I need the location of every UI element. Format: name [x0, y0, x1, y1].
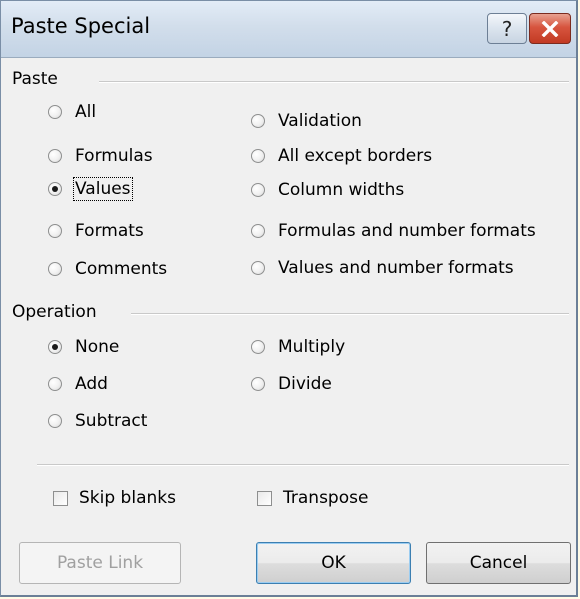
paste-group-divider	[99, 81, 569, 83]
radio-label: Multiply	[278, 337, 346, 357]
radio-operation-subtract[interactable]: Subtract	[48, 411, 147, 431]
radio-button-icon	[48, 377, 62, 391]
radio-button-icon	[48, 149, 62, 163]
dialog-title: Paste Special	[11, 14, 151, 38]
button-label: OK	[321, 553, 346, 573]
help-button[interactable]: ?	[487, 13, 527, 44]
radio-button-icon	[251, 183, 265, 197]
help-icon: ?	[501, 16, 513, 41]
radio-paste-formats[interactable]: Formats	[48, 221, 144, 241]
paste-link-button[interactable]: Paste Link	[19, 542, 181, 584]
radio-button-icon	[251, 114, 265, 128]
radio-paste-formulas-and-number-formats[interactable]: Formulas and number formats	[251, 221, 536, 241]
radio-label: Comments	[75, 259, 168, 279]
checkbox-icon	[257, 490, 272, 506]
radio-paste-comments[interactable]: Comments	[48, 259, 167, 279]
checkbox-label: Transpose	[283, 488, 369, 508]
radio-button-icon	[251, 224, 265, 238]
radio-label: Add	[75, 374, 108, 394]
radio-paste-all[interactable]: All	[48, 102, 96, 122]
radio-label: Formats	[75, 221, 144, 241]
options-divider	[37, 464, 569, 466]
radio-operation-divide[interactable]: Divide	[251, 374, 332, 394]
radio-label: Formulas	[75, 146, 153, 166]
button-label: Paste Link	[56, 553, 144, 573]
radio-button-icon	[251, 340, 265, 354]
radio-button-icon	[251, 149, 265, 163]
radio-label: Values and number formats	[278, 258, 514, 278]
radio-button-icon	[48, 262, 62, 276]
radio-paste-all-except-borders[interactable]: All except borders	[251, 146, 432, 166]
checkbox-icon	[53, 490, 68, 506]
radio-button-icon	[48, 414, 62, 428]
ok-button[interactable]: OK	[256, 542, 411, 584]
skip-blanks-checkbox[interactable]: Skip blanks	[53, 488, 176, 508]
radio-paste-formulas[interactable]: Formulas	[48, 146, 153, 166]
operation-group-label: Operation	[12, 302, 97, 322]
radio-label: Values	[73, 177, 133, 201]
title-bar: Paste Special ?	[1, 1, 576, 58]
radio-label: Divide	[278, 374, 332, 394]
radio-paste-values-and-number-formats[interactable]: Values and number formats	[251, 258, 514, 278]
radio-label: Validation	[278, 111, 362, 131]
radio-button-icon	[251, 261, 265, 275]
paste-special-dialog: Paste Special ? Paste All Formulas Value…	[0, 0, 578, 597]
close-button[interactable]	[529, 13, 571, 44]
radio-label: None	[75, 337, 120, 357]
radio-button-selected-icon	[48, 182, 62, 196]
cancel-button[interactable]: Cancel	[426, 542, 571, 584]
radio-paste-column-widths[interactable]: Column widths	[251, 180, 404, 200]
radio-label: Subtract	[75, 411, 148, 431]
radio-label: Column widths	[278, 180, 405, 200]
radio-label: All	[75, 102, 97, 122]
radio-label: Formulas and number formats	[278, 221, 536, 241]
radio-button-icon	[251, 377, 265, 391]
radio-button-selected-icon	[48, 340, 62, 354]
paste-group-label: Paste	[12, 69, 58, 89]
radio-paste-values[interactable]: Values	[48, 177, 133, 201]
radio-label: All except borders	[278, 146, 433, 166]
close-x-icon	[541, 20, 559, 37]
radio-paste-validation[interactable]: Validation	[251, 111, 362, 131]
checkbox-label: Skip blanks	[79, 488, 176, 508]
radio-button-icon	[48, 105, 62, 119]
radio-operation-none[interactable]: None	[48, 337, 119, 357]
radio-operation-multiply[interactable]: Multiply	[251, 337, 345, 357]
button-label: Cancel	[469, 553, 528, 573]
radio-button-icon	[48, 224, 62, 238]
operation-group-divider	[131, 313, 569, 315]
transpose-checkbox[interactable]: Transpose	[257, 488, 368, 508]
radio-operation-add[interactable]: Add	[48, 374, 108, 394]
